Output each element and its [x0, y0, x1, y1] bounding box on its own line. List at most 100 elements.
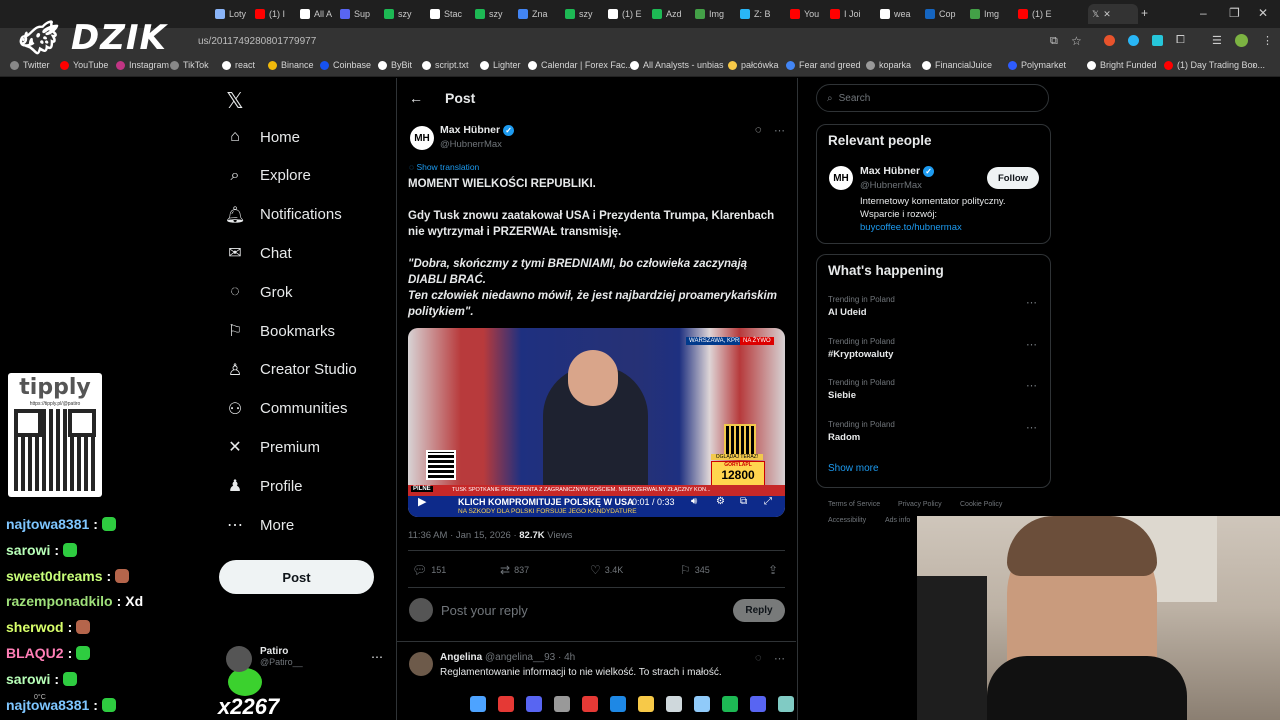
footer-link[interactable]: Terms of Service: [828, 501, 880, 508]
grok-icon[interactable]: ◌: [755, 124, 762, 136]
browser-tab[interactable]: szy: [384, 4, 422, 24]
bookmark-item[interactable]: All Analysts - unbias: [630, 60, 724, 70]
browser-tab[interactable]: wea: [880, 4, 918, 24]
bookmark-item[interactable]: Coinbase: [320, 60, 371, 70]
nav-item-notifications[interactable]: 🔔︎ Notifications: [225, 206, 342, 224]
nav-item-chat[interactable]: ✉ Chat: [226, 244, 291, 263]
bookmark-item[interactable]: ByBit: [378, 60, 412, 70]
taskbar-app-icon[interactable]: [666, 696, 682, 712]
browser-tab[interactable]: You: [790, 4, 828, 24]
bookmark-item[interactable]: script.txt: [422, 60, 469, 70]
avatar[interactable]: [409, 652, 433, 676]
taskbar-app-icon[interactable]: [610, 696, 626, 712]
trend-more-icon[interactable]: ⋯: [1026, 338, 1037, 351]
post-button[interactable]: Post: [219, 560, 374, 594]
cast-icon[interactable]: ⧉: [1050, 35, 1058, 48]
footer-link[interactable]: Cookie Policy: [960, 501, 1002, 508]
reply-action[interactable]: 💬︎ 151: [412, 563, 446, 577]
browser-tab-active[interactable]: 𝕏 ✕: [1088, 4, 1138, 24]
browser-tab[interactable]: Zna: [518, 4, 556, 24]
relevant-name[interactable]: Max Hübner ✓: [860, 165, 935, 177]
taskbar-app-icon[interactable]: [750, 696, 766, 712]
footer-link[interactable]: Ads info: [885, 517, 910, 524]
tab-close-icon[interactable]: ✕: [1103, 9, 1111, 20]
tweet-handle[interactable]: @HubnerrMax: [440, 139, 502, 150]
browser-tab[interactable]: Sup: [340, 4, 378, 24]
bookmark-item[interactable]: YouTube: [60, 60, 108, 70]
star-icon[interactable]: ☆: [1071, 34, 1082, 48]
trend-name[interactable]: Radom: [828, 432, 860, 443]
tweet-author[interactable]: Max Hübner ✓: [440, 124, 515, 136]
bookmark-item[interactable]: react: [222, 60, 255, 70]
browser-tab[interactable]: (1) I: [255, 4, 293, 24]
trend-name[interactable]: Al Udeid: [828, 307, 867, 318]
like-action[interactable]: ♡ 3.4K: [590, 563, 623, 577]
bookmark-item[interactable]: Lighter: [480, 60, 521, 70]
tweet-timestamp[interactable]: 11:36 AM · Jan 15, 2026 ·: [408, 530, 519, 541]
nav-item-creator-studio[interactable]: ♙ Creator Studio: [226, 361, 357, 379]
profile-avatar-icon[interactable]: [1235, 34, 1248, 47]
nav-item-home[interactable]: ⌂ Home: [226, 128, 300, 146]
bookmark-item[interactable]: pałcówka: [728, 60, 779, 70]
browser-tab[interactable]: Loty: [215, 4, 253, 24]
footer-link[interactable]: Accessibility: [828, 517, 866, 524]
trend-name[interactable]: #Kryptowaluty: [828, 349, 893, 360]
chevron-right-icon[interactable]: ›: [1252, 60, 1255, 71]
browser-tab[interactable]: (1) E: [1018, 4, 1056, 24]
restore-icon[interactable]: ❐: [1229, 6, 1240, 20]
nav-item-profile[interactable]: ♟ Profile: [226, 477, 303, 496]
nav-item-bookmarks[interactable]: ⚐ Bookmarks: [226, 322, 335, 341]
tweet-author-avatar[interactable]: MH: [410, 126, 434, 150]
taskbar-app-icon[interactable]: [694, 696, 710, 712]
browser-tab[interactable]: szy: [475, 4, 513, 24]
taskbar-app-icon[interactable]: [638, 696, 654, 712]
extension-icon[interactable]: [1152, 35, 1163, 46]
browser-tab[interactable]: Cop: [925, 4, 963, 24]
show-translation-link[interactable]: ◌ Show translation: [409, 162, 479, 172]
list-icon[interactable]: ☰: [1212, 34, 1222, 47]
relevant-bio-link[interactable]: buycoffee.to/hubnermax: [860, 222, 962, 233]
minimize-icon[interactable]: –: [1200, 6, 1207, 20]
extension-icon[interactable]: [1128, 35, 1139, 46]
taskbar-app-icon[interactable]: [498, 696, 514, 712]
reply-author[interactable]: Angelina: [440, 652, 482, 663]
nav-item-communities[interactable]: ⚇ Communities: [226, 400, 348, 418]
bookmark-item[interactable]: Binance: [268, 60, 314, 70]
bookmark-action[interactable]: ⚐ 345: [680, 563, 710, 577]
trend-more-icon[interactable]: ⋯: [1026, 421, 1037, 434]
browser-tab[interactable]: Img: [970, 4, 1008, 24]
close-window-icon[interactable]: ✕: [1258, 6, 1268, 20]
taskbar-app-icon[interactable]: [526, 696, 542, 712]
address-bar[interactable]: us/2011749280801779977: [198, 36, 316, 47]
footer-link[interactable]: Privacy Policy: [898, 501, 942, 508]
bookmark-item[interactable]: FinancialJuice: [922, 60, 992, 70]
show-more-link[interactable]: Show more: [828, 463, 879, 474]
tweet-video[interactable]: WARSZAWA, KPRM NA ŻYWO OGLĄDAJ TERAZ! GO…: [408, 328, 785, 517]
extension-icon[interactable]: [1104, 35, 1115, 46]
nav-item-premium[interactable]: ✕ Premium: [226, 438, 320, 457]
account-more-icon[interactable]: ⋯: [371, 650, 383, 664]
settings-gear-icon[interactable]: ⚙: [716, 496, 725, 507]
taskbar-app-icon[interactable]: [470, 696, 486, 712]
follow-button[interactable]: Follow: [987, 167, 1039, 189]
bookmark-item[interactable]: Twitter: [10, 60, 50, 70]
taskbar-app-icon[interactable]: [554, 696, 570, 712]
browser-tab[interactable]: Img: [695, 4, 733, 24]
browser-tab[interactable]: szy: [565, 4, 603, 24]
bookmark-item[interactable]: TikTok: [170, 60, 209, 70]
bookmark-item[interactable]: Instagram: [116, 60, 169, 70]
relevant-avatar[interactable]: MH: [829, 166, 853, 190]
repost-action[interactable]: ⇄ 837: [500, 563, 529, 577]
trend-more-icon[interactable]: ⋯: [1026, 296, 1037, 309]
bookmark-item[interactable]: Calendar | Forex Fac...: [528, 60, 633, 70]
bookmark-item[interactable]: Polymarket: [1008, 60, 1066, 70]
browser-tab[interactable]: Z: B: [740, 4, 778, 24]
search-input[interactable]: ⌕ Search: [816, 84, 1049, 112]
puzzle-icon[interactable]: ⧠: [1176, 34, 1185, 47]
play-icon[interactable]: ▶: [418, 495, 426, 508]
grok-icon[interactable]: ◌: [755, 652, 762, 664]
share-action[interactable]: ⇪: [768, 563, 778, 577]
menu-dots-icon[interactable]: ⋮: [1262, 34, 1273, 47]
nav-item-grok[interactable]: ◌ Grok: [226, 283, 292, 301]
bookmark-item[interactable]: Bright Funded: [1087, 60, 1157, 70]
